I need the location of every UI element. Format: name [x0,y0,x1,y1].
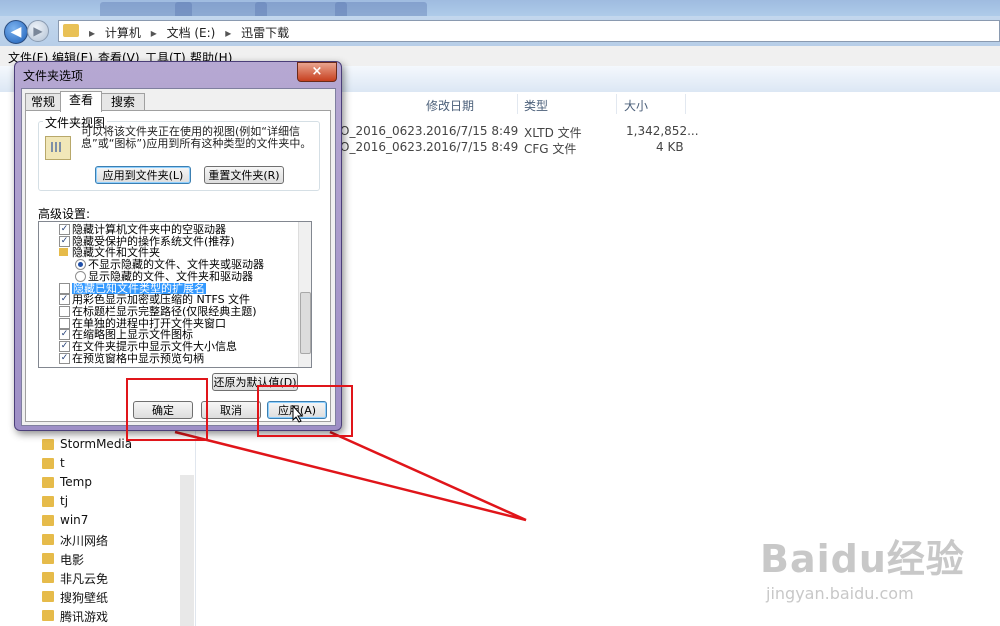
advanced-setting-label: 在缩略图上显示文件图标 [72,328,193,342]
folder-view-icon [45,136,71,160]
advanced-setting-label: 隐藏文件和文件夹 [72,246,160,260]
folder-icon [59,248,68,257]
tab-search[interactable]: 搜索 [101,93,145,111]
baidu-watermark: Baidu经验 jingyan.baidu.com [756,518,996,618]
tab-view[interactable]: 查看 [60,91,102,112]
advanced-setting-label: 在单独的进程中打开文件夹窗口 [72,316,226,330]
list-scrollbar[interactable] [298,222,311,367]
advanced-setting-label: 在文件夹提示中显示文件大小信息 [72,340,237,353]
advanced-settings-list[interactable]: ✓ 隐藏计算机文件夹中的空驱动器 ✓ 隐藏受保护的操作系统文件(推荐) 隐藏文件和文件夹… [38,221,312,368]
close-icon[interactable]: × [297,62,337,82]
checkbox-checked-icon[interactable]: ✓ [59,329,70,341]
view-tab-panel: 文件夹视图 可以将该文件夹正在使用的视图(例如“详细信息”或“图标”)应用到所有… [25,110,331,422]
reset-folders-button[interactable]: 重置文件夹(R) [204,166,284,184]
tab-general[interactable]: 常规 [25,93,61,111]
checkbox-icon[interactable] [59,305,70,317]
advanced-setting-label: 隐藏计算机文件夹中的空驱动器 [72,223,226,236]
cancel-button[interactable]: 取消 [201,401,261,419]
advanced-setting-label: 在预览窗格中显示预览句柄 [72,351,204,365]
watermark-brand: Baidu经验 [760,537,965,581]
watermark-url: jingyan.baidu.com [766,584,914,603]
checkbox-checked-icon[interactable]: ✓ [59,224,70,235]
advanced-settings-label: 高级设置: [38,207,91,221]
advanced-setting-label: 用彩色显示加密或压缩的 NTFS 文件 [72,293,251,307]
annotation-highlight-apply [257,385,353,437]
checkbox-checked-icon[interactable]: ✓ [59,294,70,306]
checkbox-icon[interactable] [59,282,70,294]
folder-options-dialog: 文件夹选项 × 常规 查看 搜索 文件夹视图 可以将该文件夹正在使用的视图(例如… [14,61,342,431]
annotation-highlight-ok [126,378,208,441]
folder-view-group: 文件夹视图 可以将该文件夹正在使用的视图(例如“详细信息”或“图标”)应用到所有… [38,114,320,191]
annotation-arrow-line [174,430,527,522]
scrollbar-thumb[interactable] [300,292,311,354]
advanced-setting-label: 隐藏已知文件类型的扩展名 [72,281,206,295]
folder-view-description: 可以将该文件夹正在使用的视图(例如“详细信息”或“图标”)应用到所有这种类型的文… [81,125,312,150]
dialog-title: 文件夹选项 [23,69,84,83]
radio-selected-icon[interactable] [75,259,86,271]
checkbox-checked-icon[interactable]: ✓ [59,352,70,364]
checkbox-icon[interactable] [59,317,70,329]
checkbox-checked-icon[interactable]: ✓ [59,341,70,352]
mouse-cursor-icon [292,405,304,423]
advanced-setting-label: 不显示隐藏的文件、文件夹或驱动器 [88,258,264,272]
advanced-setting-label: 显示隐藏的文件、文件夹和驱动器 [88,269,253,283]
dialog-body: 常规 查看 搜索 文件夹视图 可以将该文件夹正在使用的视图(例如“详细信息”或“… [21,88,336,426]
checkbox-checked-icon[interactable]: ✓ [59,235,70,247]
apply-to-folders-button[interactable]: 应用到文件夹(L) [95,166,191,184]
advanced-setting-label: 在标题栏显示完整路径(仅限经典主题) [72,304,257,318]
radio-icon[interactable] [75,270,86,282]
